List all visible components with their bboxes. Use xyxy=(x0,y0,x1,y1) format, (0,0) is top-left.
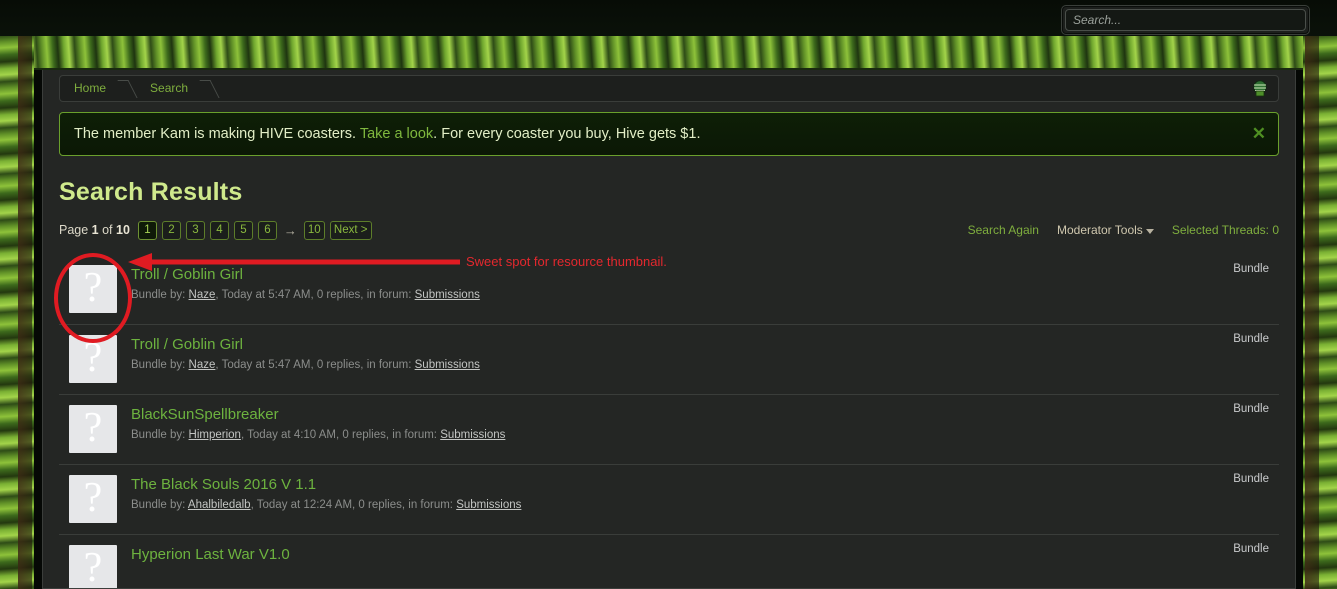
search-input[interactable] xyxy=(1065,9,1306,31)
page-button-2[interactable]: 2 xyxy=(161,220,181,240)
result-author-link[interactable]: Naze xyxy=(189,289,216,301)
status-badge: Bundle xyxy=(1233,263,1269,275)
selected-threads-count: Selected Threads: 0 xyxy=(1171,223,1279,237)
result-body: Troll / Goblin Girl Bundle by: Naze, Tod… xyxy=(117,335,1279,383)
result-meta: Bundle by: Naze, Today at 5:47 AM, 0 rep… xyxy=(131,289,1279,301)
page-button-6[interactable]: 6 xyxy=(257,220,277,240)
page-title: Search Results xyxy=(59,178,243,206)
notice-close-button[interactable]: ✕ xyxy=(1252,125,1266,143)
notice-link[interactable]: Take a look xyxy=(360,126,433,142)
top-bar xyxy=(0,0,1337,40)
pagination-toolbar: Search Again Moderator Tools Selected Th… xyxy=(968,219,1279,241)
result-title-link[interactable]: Hyperion Last War V1.0 xyxy=(131,546,290,563)
question-mark-placeholder-icon xyxy=(69,405,117,453)
result-author-link[interactable]: Naze xyxy=(189,359,216,371)
table-row[interactable]: Troll / Goblin Girl Bundle by: Naze, Tod… xyxy=(59,325,1279,395)
rss-feed-icon[interactable] xyxy=(1250,79,1270,99)
next-page-button[interactable]: Next > xyxy=(329,220,372,240)
result-author-link[interactable]: Ahalbiledalb xyxy=(188,499,251,511)
question-mark-placeholder-icon xyxy=(69,265,117,313)
notice-text-before: The member Kam is making HIVE coasters. xyxy=(74,126,360,142)
chevron-down-icon xyxy=(1145,229,1154,234)
table-row[interactable]: The Black Souls 2016 V 1.1 Bundle by: Ah… xyxy=(59,465,1279,535)
result-body: BlackSunSpellbreaker Bundle by: Himperio… xyxy=(117,405,1279,453)
result-meta-prefix: Bundle by: xyxy=(131,499,188,511)
status-badge: Bundle xyxy=(1233,333,1269,345)
page-button-1[interactable]: 1 xyxy=(137,220,157,240)
question-mark-placeholder-icon xyxy=(69,335,117,383)
page-button-5[interactable]: 5 xyxy=(233,220,253,240)
breadcrumb-item-search[interactable]: Search xyxy=(136,76,204,101)
search-again-link[interactable]: Search Again xyxy=(968,223,1039,237)
pagination-ellipsis-arrow-icon: → xyxy=(283,222,297,238)
result-meta-mid: , Today at 12:24 AM, 0 replies, in forum… xyxy=(250,499,457,511)
question-mark-placeholder-icon xyxy=(69,545,117,588)
result-meta-mid: , Today at 5:47 AM, 0 replies, in forum: xyxy=(215,359,415,371)
result-meta-prefix: Bundle by: xyxy=(131,359,189,371)
page-button-4[interactable]: 4 xyxy=(209,220,229,240)
result-meta: Bundle by: Naze, Today at 5:47 AM, 0 rep… xyxy=(131,359,1279,371)
table-row[interactable]: BlackSunSpellbreaker Bundle by: Himperio… xyxy=(59,395,1279,465)
result-title-link[interactable]: Troll / Goblin Girl xyxy=(131,336,243,353)
page-button-3[interactable]: 3 xyxy=(185,220,205,240)
status-badge: Bundle xyxy=(1233,403,1269,415)
result-forum-link[interactable]: Submissions xyxy=(456,499,521,511)
status-badge: Bundle xyxy=(1233,473,1269,485)
result-meta-mid: , Today at 5:47 AM, 0 replies, in forum: xyxy=(215,289,415,301)
table-row[interactable]: Troll / Goblin Girl Bundle by: Naze, Tod… xyxy=(59,255,1279,325)
search-box[interactable] xyxy=(1061,5,1310,35)
result-meta: Bundle by: Ahalbiledalb, Today at 12:24 … xyxy=(131,499,1279,511)
vine-border-left xyxy=(0,36,34,589)
page-root: Home Search The member Kam is making HIV… xyxy=(0,0,1337,589)
breadcrumb: Home Search xyxy=(59,75,1279,102)
pagination-bar: Page 1 of 10 1 2 3 4 5 6 → 10 Next > Sea… xyxy=(59,219,1279,241)
page-counter-current: 1 xyxy=(91,223,99,237)
breadcrumb-item-home[interactable]: Home xyxy=(60,76,122,101)
result-meta-prefix: Bundle by: xyxy=(131,429,189,441)
result-meta-mid: , Today at 4:10 AM, 0 replies, in forum: xyxy=(240,429,441,441)
breadcrumb-separator-icon xyxy=(122,76,136,101)
result-author-link[interactable]: Himperion xyxy=(189,429,241,441)
table-row[interactable]: Hyperion Last War V1.0 Bundle xyxy=(59,535,1279,588)
notice-text-after: . For every coaster you buy, Hive gets $… xyxy=(433,126,701,142)
result-body: Hyperion Last War V1.0 xyxy=(117,545,1279,588)
page-button-last[interactable]: 10 xyxy=(303,220,325,240)
result-body: The Black Souls 2016 V 1.1 Bundle by: Ah… xyxy=(117,475,1279,523)
page-counter-mid: of xyxy=(98,223,116,237)
page-counter-prefix: Page xyxy=(59,223,92,237)
site-notice: The member Kam is making HIVE coasters. … xyxy=(59,112,1279,156)
result-meta: Bundle by: Himperion, Today at 4:10 AM, … xyxy=(131,429,1279,441)
breadcrumb-separator-icon-2 xyxy=(204,76,218,101)
result-title-link[interactable]: BlackSunSpellbreaker xyxy=(131,406,279,423)
search-results-list: Troll / Goblin Girl Bundle by: Naze, Tod… xyxy=(59,255,1279,588)
moderator-tools-label: Moderator Tools xyxy=(1056,223,1143,237)
result-title-link[interactable]: The Black Souls 2016 V 1.1 xyxy=(131,476,316,493)
page-counter-total: 10 xyxy=(116,223,130,237)
result-forum-link[interactable]: Submissions xyxy=(415,359,480,371)
result-title-link[interactable]: Troll / Goblin Girl xyxy=(131,266,243,283)
result-forum-link[interactable]: Submissions xyxy=(440,429,505,441)
notice-text: The member Kam is making HIVE coasters. … xyxy=(74,126,700,142)
result-body: Troll / Goblin Girl Bundle by: Naze, Tod… xyxy=(117,265,1279,313)
result-meta-prefix: Bundle by: xyxy=(131,289,189,301)
question-mark-placeholder-icon xyxy=(69,475,117,523)
result-forum-link[interactable]: Submissions xyxy=(415,289,480,301)
status-badge: Bundle xyxy=(1233,543,1269,555)
moderator-tools-menu[interactable]: Moderator Tools xyxy=(1057,223,1154,237)
vine-border-right xyxy=(1303,36,1337,589)
page-counter: Page 1 of 10 xyxy=(59,223,130,237)
forum-content: Home Search The member Kam is making HIV… xyxy=(42,60,1296,589)
